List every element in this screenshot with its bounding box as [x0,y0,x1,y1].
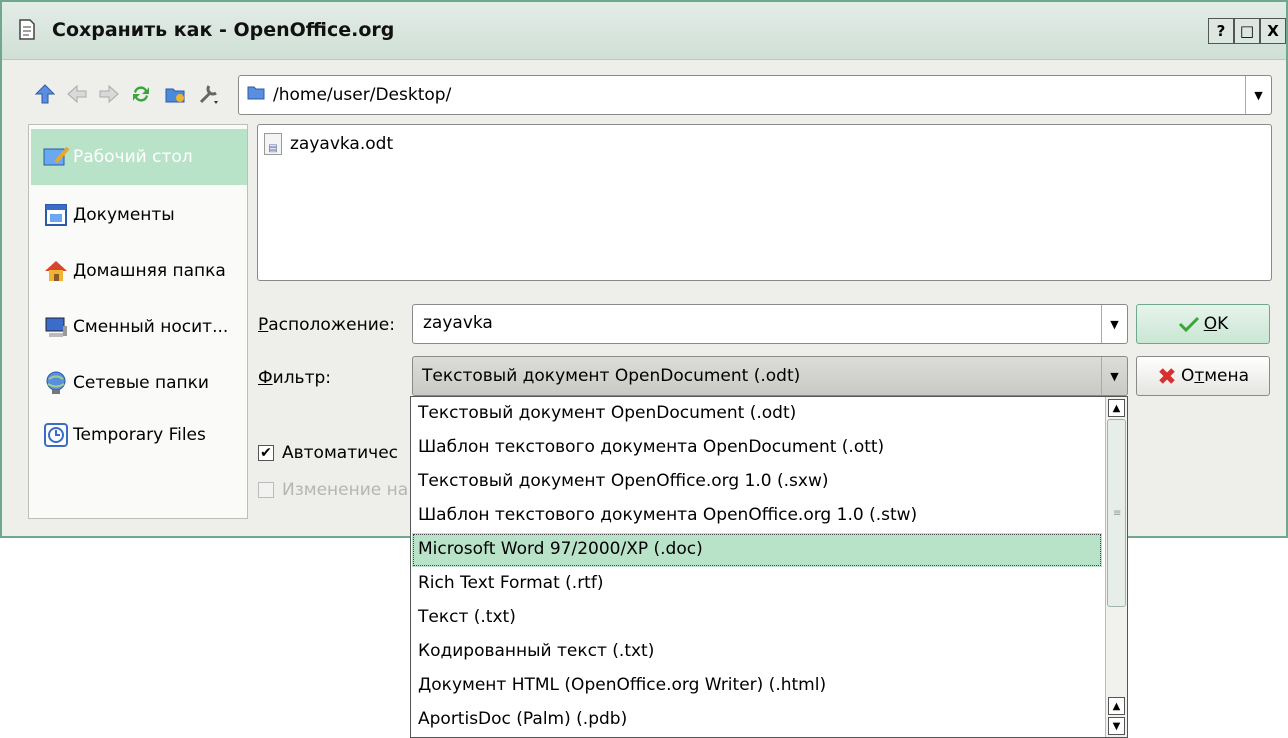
auto-extension-label: Автоматичес [282,443,398,463]
filter-option[interactable]: Документ HTML (OpenOffice.org Writer) (.… [412,669,1102,703]
chevron-down-icon[interactable]: ▼ [1245,76,1271,114]
sidebar-item-desktop[interactable]: Рабочий стол [31,129,247,185]
filter-dropdown-list[interactable]: Текстовый документ OpenDocument (.odt) Ш… [410,396,1128,738]
new-folder-icon[interactable] [162,81,188,107]
filter-option[interactable]: Текстовый документ OpenDocument (.odt) [412,397,1102,431]
filter-label: Фильтр: [258,368,331,388]
help-button[interactable]: ? [1208,18,1234,44]
filter-option[interactable]: AportisDoc (Palm) (.pdb) [412,703,1102,737]
settings-icon[interactable] [196,81,222,107]
filter-option[interactable]: Шаблон текстового документа OpenOffice.o… [412,499,1102,533]
sidebar-item-home[interactable]: Домашняя папка [31,243,247,299]
sidebar-item-removable[interactable]: Сменный носит... [31,299,247,355]
sidebar-item-label: Рабочий стол [73,147,193,167]
vertical-scrollbar[interactable]: ▲ ≡ ▲ ▼ [1105,397,1127,737]
filter-combobox[interactable]: Текстовый документ OpenDocument (.odt) ▼ [412,356,1128,396]
filter-option[interactable]: Текст (.txt) [412,601,1102,635]
location-input[interactable]: zayavka ▼ [412,304,1128,344]
path-text: /home/user/Desktop/ [273,85,452,105]
edit-filter-checkbox: Изменение на [258,480,408,500]
app-icon [14,15,40,43]
scroll-up-icon[interactable]: ▲ [1108,697,1125,715]
sidebar-item-label: Сменный носит... [73,317,229,337]
sidebar-item-label: Домашняя папка [73,261,226,281]
cancel-icon [1159,368,1175,384]
sidebar-item-label: Сетевые папки [73,373,209,393]
sidebar-item-documents[interactable]: Документы [31,187,247,243]
list-item[interactable]: ▤ zayavka.odt [264,133,393,155]
ok-button[interactable]: OK [1136,304,1270,344]
close-button[interactable]: X [1260,18,1286,44]
removable-media-icon [41,312,71,342]
filter-value: Текстовый документ OpenDocument (.odt) [422,366,801,386]
scroll-up-icon[interactable]: ▲ [1108,399,1125,417]
chevron-down-icon[interactable]: ▼ [1101,305,1127,343]
sidebar-item-label: Temporary Files [73,425,206,445]
edit-filter-label: Изменение на [282,480,409,500]
up-icon[interactable] [32,81,58,107]
back-icon[interactable] [64,81,90,107]
document-file-icon: ▤ [264,133,282,155]
filter-option[interactable]: Кодированный текст (.txt) [412,635,1102,669]
path-combobox[interactable]: /home/user/Desktop/ ▼ [238,75,1272,115]
scrollbar-thumb[interactable]: ≡ [1107,419,1126,607]
desktop-icon [41,142,71,172]
sidebar-item-temp[interactable]: Temporary Files [31,407,247,463]
temp-files-icon [41,420,71,450]
checkbox-unchecked-icon [258,482,274,498]
file-list[interactable]: ▤ zayavka.odt [257,124,1272,281]
file-name: zayavka.odt [290,134,394,154]
scroll-down-icon[interactable]: ▼ [1108,717,1125,735]
network-icon [41,368,71,398]
location-value: zayavka [423,313,493,333]
auto-extension-checkbox[interactable]: ✔ Автоматичес [258,443,398,463]
title-bar[interactable]: Сохранить как - OpenOffice.org ? □ X [2,2,1286,60]
grip-icon: ≡ [1113,508,1122,519]
filter-option[interactable]: Шаблон текстового документа OpenDocument… [412,431,1102,465]
window-title: Сохранить как - OpenOffice.org [52,19,395,41]
cancel-button[interactable]: Отмена [1136,356,1270,396]
places-sidebar: Рабочий стол Документы Домашняя папка См… [28,124,248,519]
forward-icon[interactable] [96,81,122,107]
filter-option[interactable]: Текстовый документ OpenOffice.org 1.0 (.… [412,465,1102,499]
sidebar-item-label: Документы [73,205,175,225]
documents-icon [41,200,71,230]
maximize-button[interactable]: □ [1234,18,1260,44]
checkmark-icon [1178,316,1199,333]
chevron-down-icon[interactable]: ▼ [1101,357,1127,395]
sidebar-item-network[interactable]: Сетевые папки [31,355,247,411]
filter-option-highlighted[interactable]: Microsoft Word 97/2000/XP (.doc) [412,533,1102,567]
checkbox-checked-icon: ✔ [258,445,274,461]
reload-icon[interactable] [128,81,154,107]
home-icon [41,256,71,286]
folder-icon [247,84,265,105]
filter-option[interactable]: Rich Text Format (.rtf) [412,567,1102,601]
location-label: Расположение: [258,315,395,335]
